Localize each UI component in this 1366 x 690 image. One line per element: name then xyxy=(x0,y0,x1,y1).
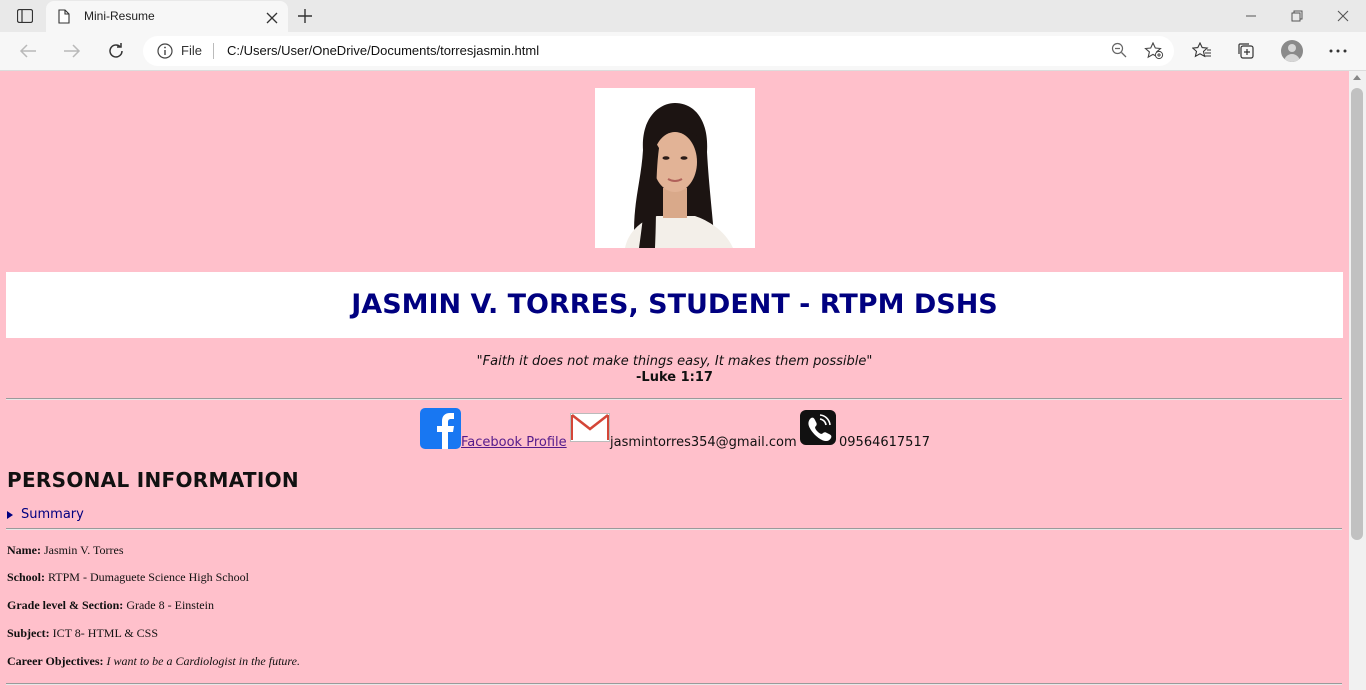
browser-toolbar: File C:/Users/User/OneDrive/Documents/to… xyxy=(0,32,1366,71)
info-row-grade-section: Grade level & Section: Grade 8 - Einstei… xyxy=(7,598,214,613)
forward-icon[interactable] xyxy=(60,40,84,62)
facebook-icon[interactable] xyxy=(420,408,461,449)
field-label: Grade level & Section: xyxy=(7,598,124,612)
field-label: School: xyxy=(7,570,46,584)
personal-info-heading: PERSONAL INFORMATION xyxy=(7,468,299,492)
url-text[interactable]: C:/Users/User/OneDrive/Documents/torresj… xyxy=(227,43,539,58)
summary-label: Summary xyxy=(21,507,84,522)
tab-title: Mini-Resume xyxy=(84,9,155,23)
zoom-out-icon[interactable] xyxy=(1111,42,1127,62)
more-menu-icon[interactable] xyxy=(1326,40,1350,62)
tab-actions-icon[interactable] xyxy=(8,5,42,27)
address-bar[interactable]: File C:/Users/User/OneDrive/Documents/to… xyxy=(143,36,1174,66)
file-scheme-label: File xyxy=(181,43,202,58)
field-value: Jasmin V. Torres xyxy=(43,543,124,557)
divider xyxy=(6,398,1342,400)
new-tab-icon[interactable] xyxy=(294,6,316,26)
phone-number: 09564617517 xyxy=(839,435,930,450)
address-divider xyxy=(213,43,214,59)
field-label: Name: xyxy=(7,543,41,557)
add-favorite-icon[interactable] xyxy=(1144,41,1164,64)
favorites-icon[interactable] xyxy=(1190,40,1214,62)
scroll-up-arrow-icon[interactable] xyxy=(1353,75,1361,80)
browser-tab[interactable]: Mini-Resume xyxy=(46,1,288,32)
refresh-icon[interactable] xyxy=(104,40,128,62)
field-label: Subject: xyxy=(7,626,50,640)
page-icon xyxy=(58,9,70,28)
divider xyxy=(6,683,1342,685)
back-icon[interactable] xyxy=(16,40,40,62)
tab-strip: Mini-Resume xyxy=(0,0,1366,32)
field-value: I want to be a Cardiologist in the futur… xyxy=(106,654,300,668)
email-address: jasmintorres354@gmail.com xyxy=(610,435,797,450)
vertical-scrollbar[interactable] xyxy=(1349,71,1366,690)
close-window-icon[interactable] xyxy=(1332,6,1354,26)
info-row-school: School: RTPM - Dumaguete Science High Sc… xyxy=(7,570,249,585)
phone-icon xyxy=(800,410,836,445)
close-tab-icon[interactable] xyxy=(266,9,278,28)
profile-avatar[interactable] xyxy=(1281,40,1303,62)
info-row-subject: Subject: ICT 8- HTML & CSS xyxy=(7,626,158,641)
field-value: ICT 8- HTML & CSS xyxy=(52,626,159,640)
collections-icon[interactable] xyxy=(1234,40,1258,62)
site-info-icon[interactable] xyxy=(157,43,173,63)
summary-toggle[interactable]: Summary xyxy=(7,507,84,522)
quote-text: "Faith it does not make things easy, It … xyxy=(476,354,873,369)
verse-reference: -Luke 1:17 xyxy=(636,370,713,385)
scrollbar-thumb[interactable] xyxy=(1351,88,1363,540)
info-row-career-objectives: Career Objectives: I want to be a Cardio… xyxy=(7,654,300,669)
name-title-banner: JASMIN V. TORRES, STUDENT - RTPM DSHS xyxy=(6,272,1343,338)
disclosure-triangle-icon xyxy=(7,510,13,519)
minimize-icon[interactable] xyxy=(1240,6,1262,26)
page-title: JASMIN V. TORRES, STUDENT - RTPM DSHS xyxy=(351,289,998,320)
page-content: JASMIN V. TORRES, STUDENT - RTPM DSHS "F… xyxy=(0,71,1349,690)
profile-photo xyxy=(595,88,755,248)
field-label: Career Objectives: xyxy=(7,654,104,668)
restore-icon[interactable] xyxy=(1286,6,1308,26)
field-value: RTPM - Dumaguete Science High School xyxy=(48,570,249,584)
info-row-name: Name: Jasmin V. Torres xyxy=(7,543,123,558)
field-value: Grade 8 - Einstein xyxy=(126,598,214,612)
facebook-profile-link[interactable]: Facebook Profile xyxy=(461,435,567,450)
divider xyxy=(6,528,1342,530)
email-icon xyxy=(570,413,610,442)
